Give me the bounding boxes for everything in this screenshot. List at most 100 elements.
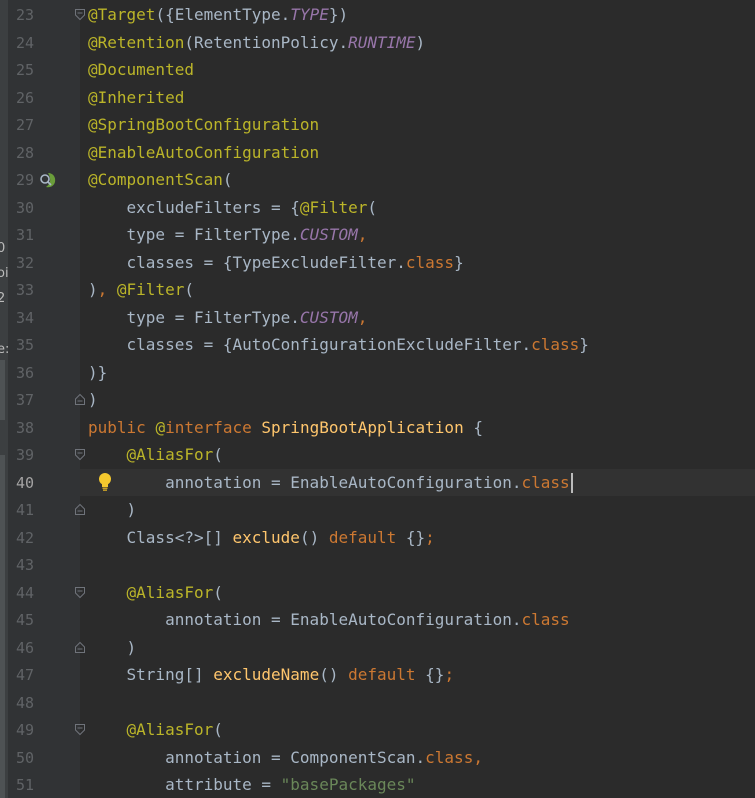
line-number[interactable]: 34 [8, 309, 34, 327]
line-number[interactable]: 27 [8, 116, 34, 134]
code-line[interactable]: 26 @Inherited [0, 84, 755, 112]
code-token: ) [88, 637, 137, 657]
spring-bean-icon[interactable] [38, 170, 58, 190]
fold-marker-icon[interactable] [74, 448, 86, 461]
code-line[interactable]: 50 annotation = ComponentScan.class, [0, 744, 755, 772]
line-number[interactable]: 33 [8, 281, 34, 299]
line-number[interactable]: 45 [8, 611, 34, 629]
code-text[interactable]: @EnableAutoConfiguration [88, 143, 319, 163]
line-number[interactable]: 39 [8, 446, 34, 464]
line-number[interactable]: 32 [8, 254, 34, 272]
line-number[interactable]: 48 [8, 694, 34, 712]
line-number[interactable]: 37 [8, 391, 34, 409]
fold-marker-icon[interactable] [74, 723, 86, 736]
code-line[interactable]: 37) [0, 386, 755, 414]
code-line[interactable]: 30 excludeFilters = {@Filter( [0, 194, 755, 222]
code-text[interactable]: ) [88, 500, 137, 520]
line-number[interactable]: 47 [8, 666, 34, 684]
code-text[interactable]: @SpringBootConfiguration [88, 115, 319, 135]
code-line[interactable]: 34 type = FilterType.CUSTOM, [0, 304, 755, 332]
code-line[interactable]: 38 public @interface SpringBootApplicatio… [0, 414, 755, 442]
code-line[interactable]: 24 @Retention(RetentionPolicy.RUNTIME) [0, 29, 755, 57]
code-text[interactable]: annotation = ComponentScan.class, [88, 748, 483, 768]
lightbulb-icon[interactable] [97, 472, 113, 492]
line-number[interactable]: 46 [8, 639, 34, 657]
line-number[interactable]: 28 [8, 144, 34, 162]
code-token: { [463, 417, 483, 437]
fold-marker-icon[interactable] [74, 393, 86, 406]
line-number[interactable]: 38 [8, 419, 34, 437]
code-text[interactable]: annotation = EnableAutoConfiguration.cla… [88, 610, 570, 630]
line-number[interactable]: 50 [8, 749, 34, 767]
code-line[interactable]: 35 classes = {AutoConfigurationExcludeFi… [0, 331, 755, 359]
keyword-token: public [88, 417, 156, 437]
code-text[interactable]: excludeFilters = {@Filter( [88, 198, 377, 218]
code-line[interactable]: 25 @Documented [0, 56, 755, 84]
line-number[interactable]: 35 [8, 336, 34, 354]
code-line[interactable]: 39 @AliasFor( [0, 441, 755, 469]
code-line[interactable]: 33 ), @Filter( [0, 276, 755, 304]
code-line[interactable]: 29 @ComponentScan( [0, 166, 755, 194]
code-text[interactable]: public @interface SpringBootApplication … [88, 418, 483, 438]
code-text[interactable]: ), @Filter( [88, 280, 194, 300]
code-text[interactable]: @Retention(RetentionPolicy.RUNTIME) [88, 33, 425, 53]
code-line[interactable]: 41 ) [0, 496, 755, 524]
code-line[interactable]: 43 [0, 551, 755, 579]
fold-marker-icon[interactable] [74, 641, 86, 654]
line-number[interactable]: 23 [8, 6, 34, 24]
code-text[interactable]: String[] excludeName() default {}; [88, 665, 455, 685]
code-line[interactable]: 49 @AliasFor( [0, 716, 755, 744]
code-line[interactable]: 28 @EnableAutoConfiguration [0, 139, 755, 167]
code-text[interactable]: @AliasFor( [88, 583, 223, 603]
line-number[interactable]: 49 [8, 721, 34, 739]
line-number[interactable]: 42 [8, 529, 34, 547]
code-text[interactable]: ) [88, 637, 137, 658]
code-line[interactable]: 32 classes = {TypeExcludeFilter.class} [0, 249, 755, 277]
code-text[interactable]: type = FilterType.CUSTOM, [88, 308, 368, 328]
code-line[interactable]: 44 @AliasFor( [0, 579, 755, 607]
code-text[interactable]: type = FilterType.CUSTOM, [88, 225, 368, 245]
code-token: ) [88, 500, 137, 519]
code-text[interactable]: classes = {AutoConfigurationExcludeFilte… [88, 335, 589, 355]
code-line[interactable]: 46 ) [0, 634, 755, 662]
line-number[interactable]: 44 [8, 584, 34, 602]
line-number[interactable]: 51 [8, 776, 34, 794]
line-number[interactable]: 36 [8, 364, 34, 382]
code-line[interactable]: 27 @SpringBootConfiguration [0, 111, 755, 139]
code-text[interactable]: @AliasFor( [88, 720, 223, 740]
code-text[interactable]: ) [88, 390, 98, 410]
line-number[interactable]: 40 [8, 474, 34, 492]
line-number[interactable]: 41 [8, 501, 34, 519]
code-line[interactable]: 47 String[] excludeName() default {}; [0, 661, 755, 689]
code-line[interactable]: 36)} [0, 359, 755, 387]
fold-marker-icon[interactable] [74, 586, 86, 599]
line-number[interactable]: 29 [8, 171, 34, 189]
fold-marker-icon[interactable] [74, 8, 86, 21]
code-line[interactable]: 31 type = FilterType.CUSTOM, [0, 221, 755, 249]
code-text[interactable]: )} [88, 363, 107, 383]
code-line[interactable]: 48 [0, 689, 755, 717]
code-line[interactable]: 23 @Target({ElementType.TYPE}) [0, 1, 755, 29]
line-number[interactable]: 24 [8, 34, 34, 52]
code-text[interactable]: @ComponentScan( [88, 170, 233, 190]
code-text[interactable]: @Inherited [88, 88, 184, 108]
annotation-token: @Filter [299, 197, 368, 217]
code-line[interactable]: 45 annotation = EnableAutoConfiguration.… [0, 606, 755, 634]
line-number[interactable]: 30 [8, 199, 34, 217]
code-text[interactable]: annotation = EnableAutoConfiguration.cla… [88, 473, 570, 493]
code-text[interactable]: @AliasFor( [88, 445, 223, 465]
line-number[interactable]: 25 [8, 61, 34, 79]
code-line[interactable]: 42 Class<?>[] exclude() default {}; [0, 524, 755, 552]
code-line[interactable]: 40 annotation = EnableAutoConfiguration.… [0, 468, 755, 496]
line-number[interactable]: 31 [8, 226, 34, 244]
line-number[interactable]: 43 [8, 556, 34, 574]
fold-marker-icon[interactable] [74, 503, 86, 516]
code-text[interactable]: Class<?>[] exclude() default {}; [88, 528, 435, 548]
code-line[interactable]: 51 attribute = "basePackages" [0, 771, 755, 798]
code-text[interactable]: @Documented [88, 60, 194, 80]
code-text[interactable]: attribute = "basePackages" [88, 775, 415, 795]
code-text[interactable]: @Target({ElementType.TYPE}) [88, 5, 348, 25]
line-number[interactable]: 26 [8, 89, 34, 107]
code-text[interactable]: classes = {TypeExcludeFilter.class} [88, 253, 464, 273]
